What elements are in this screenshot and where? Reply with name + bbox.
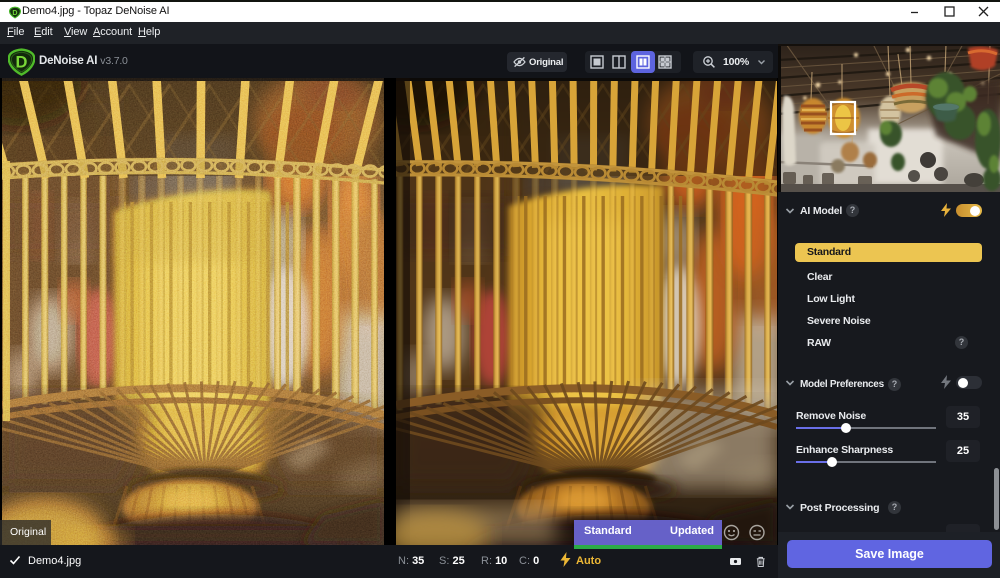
svg-text:D: D [12, 9, 17, 17]
svg-text:D: D [16, 54, 28, 72]
